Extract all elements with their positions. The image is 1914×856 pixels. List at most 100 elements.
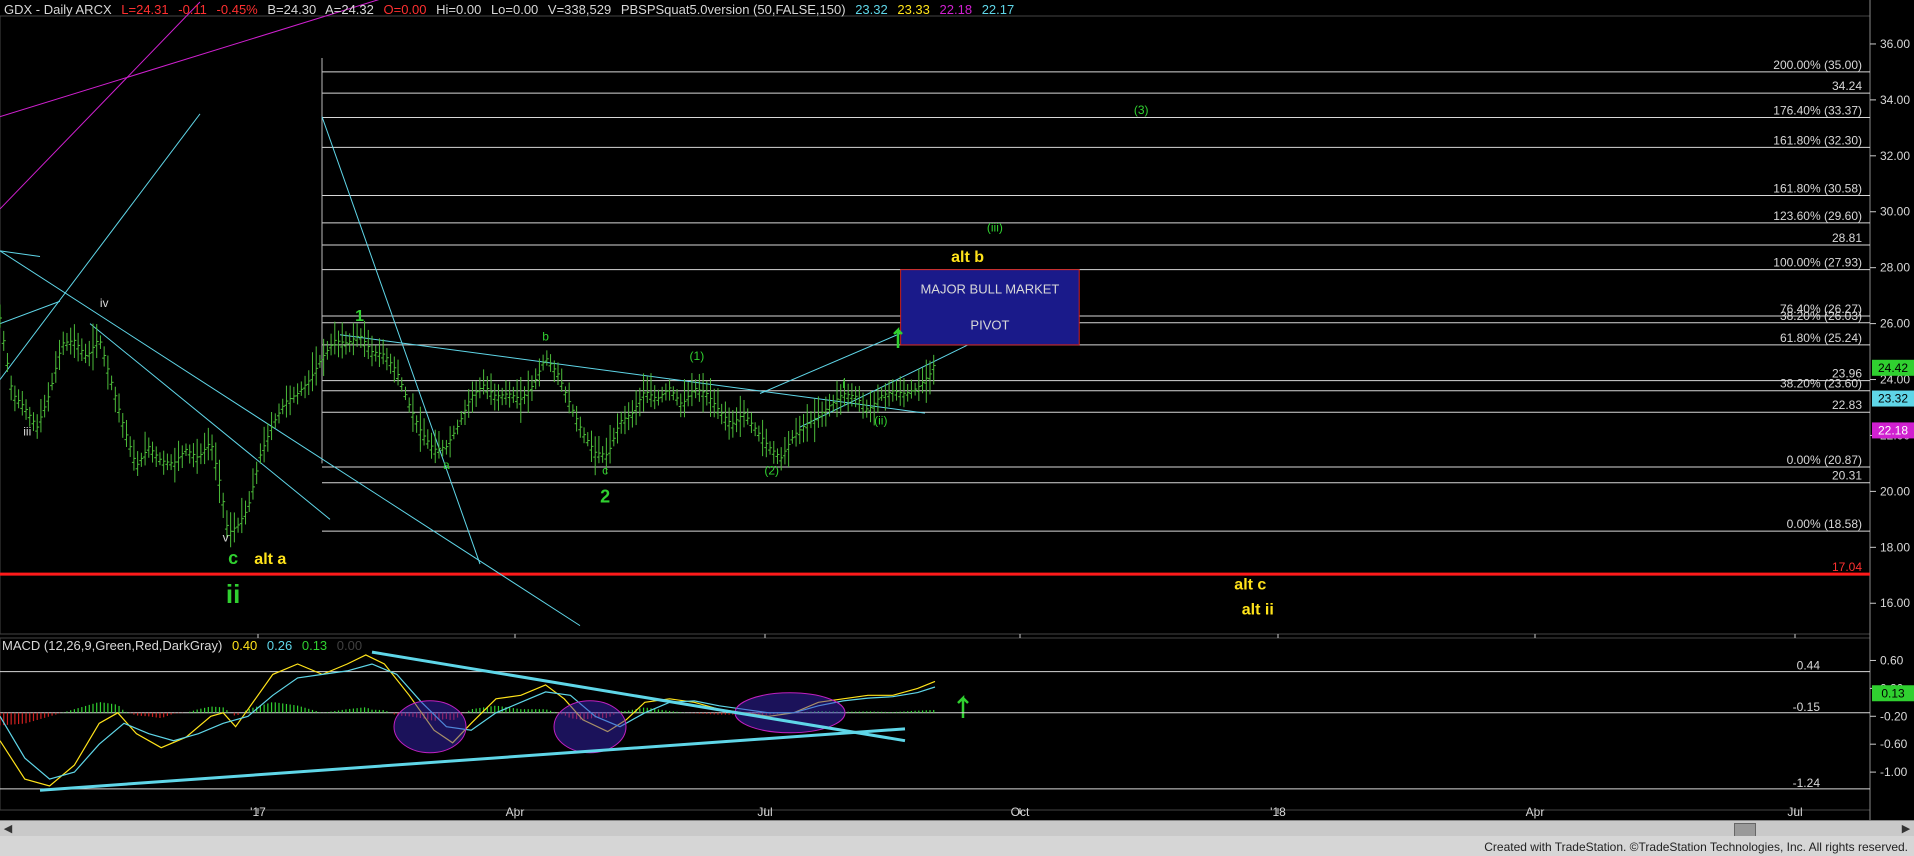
fib-level-label: 200.00% (35.00): [1773, 58, 1862, 72]
chart-header: GDX - Daily ARCX L=24.31 -0.11 -0.45% B=…: [4, 2, 1020, 17]
wave-label: 2: [600, 487, 610, 507]
indicator-name: PBSPSquat5.0version (50,FALSE,150): [620, 2, 846, 17]
pivot-box-subtitle: PIVOT: [970, 318, 1009, 333]
fib-level-label: 20.31: [1832, 469, 1862, 483]
trend-line: [0, 250, 581, 627]
price-tick-label: 32.00: [1880, 149, 1910, 163]
time-tick-label: '18: [1270, 805, 1286, 819]
high-price: Hi=0.00: [436, 2, 482, 17]
wave-label: a: [443, 458, 450, 472]
low-price: Lo=0.00: [490, 2, 539, 17]
wave-label: 1: [355, 308, 364, 325]
fib-level-label: 38.20% (23.60): [1780, 377, 1862, 391]
macd-tick-label: 0.60: [1880, 653, 1904, 667]
macd-level-label: 0.44: [1797, 659, 1821, 673]
symbol-label: GDX - Daily ARCX: [4, 2, 112, 17]
price-tick-label: 16.00: [1880, 596, 1910, 610]
wave-label: (1): [690, 349, 705, 363]
indicator-value-3: 22.18: [939, 2, 973, 17]
scroll-left-icon[interactable]: ◀: [0, 821, 16, 837]
wave-label: iii: [23, 424, 31, 438]
price-bars: [0, 304, 936, 548]
wave-label: alt b: [951, 249, 984, 266]
footer-credit: Created with TradeStation. ©TradeStation…: [1484, 840, 1908, 854]
axis-price-badge-label: 0.13: [1881, 686, 1905, 700]
fib-level-label: 176.40% (33.37): [1773, 104, 1862, 118]
fib-level-label: 161.80% (32.30): [1773, 133, 1862, 147]
macd-label: MACD (12,26,9,Green,Red,DarkGray): [2, 638, 223, 653]
fib-level-label: 34.24: [1832, 79, 1862, 93]
macd-divergence-oval: [393, 700, 467, 754]
fib-level-label: 28.81: [1832, 231, 1862, 245]
price-tick-label: 36.00: [1880, 37, 1910, 51]
fib-level-label: 38.20% (26.03): [1780, 309, 1862, 323]
time-tick-label: Apr: [506, 805, 525, 819]
wave-label: i: [842, 377, 845, 391]
fib-level-label: 100.00% (27.93): [1773, 256, 1862, 270]
wave-label: alt a: [254, 551, 286, 568]
wave-label: c: [228, 548, 238, 568]
footer-bar: Created with TradeStation. ©TradeStation…: [0, 836, 1914, 856]
fib-level-label: 123.60% (29.60): [1773, 209, 1862, 223]
macd-level-label: -1.24: [1793, 776, 1821, 790]
fib-level-label: 161.80% (30.58): [1773, 182, 1862, 196]
macd-panel-frame: [0, 637, 1871, 811]
wave-label: alt ii: [1242, 601, 1274, 618]
wave-label: v: [223, 531, 229, 545]
indicator-value-4: 22.17: [981, 2, 1015, 17]
price-tick-label: 34.00: [1880, 93, 1910, 107]
wave-label: (2): [764, 464, 779, 478]
macd-value-2: 0.26: [266, 638, 293, 653]
macd-trendline: [39, 727, 906, 792]
time-tick-label: Jul: [1787, 805, 1802, 819]
scroll-thumb[interactable]: [1734, 823, 1756, 837]
indicator-value-1: 23.32: [855, 2, 888, 17]
wave-label: b: [542, 329, 549, 343]
axis-price-badge-label: 23.32: [1878, 392, 1908, 406]
last-price: L=24.31: [121, 2, 169, 17]
time-tick-label: '17: [250, 805, 266, 819]
axis-price-badge-label: 22.18: [1878, 423, 1908, 437]
wave-label: c: [602, 464, 608, 478]
up-arrow-icon: [957, 694, 969, 718]
ask-price: A=24.32: [325, 2, 374, 17]
price-tick-label: 26.00: [1880, 317, 1910, 331]
fib-level-label: 0.00% (18.58): [1787, 517, 1862, 531]
price-tick-label: 18.00: [1880, 540, 1910, 554]
horizontal-scrollbar[interactable]: ◀ ▶: [0, 820, 1914, 837]
channel-line-magenta: [0, 0, 380, 118]
wave-label: (iii): [987, 220, 1003, 234]
fib-level-label: 17.04: [1832, 560, 1862, 574]
macd-tick-label: -1.00: [1880, 765, 1908, 779]
time-tick-label: Apr: [1526, 805, 1545, 819]
channel-line-magenta: [0, 1, 201, 210]
fib-level-label: 22.83: [1832, 398, 1862, 412]
price-change: -0.11: [178, 2, 207, 17]
time-tick-label: Oct: [1011, 805, 1030, 819]
macd-value-4: 0.00: [336, 638, 363, 653]
macd-value-3: 0.13: [301, 638, 328, 653]
macd-tick-label: -0.20: [1880, 709, 1908, 723]
price-change-pct: -0.45%: [216, 2, 258, 17]
wave-label: alt c: [1234, 576, 1266, 593]
price-tick-label: 20.00: [1880, 484, 1910, 498]
pivot-box-title: MAJOR BULL MARKET: [920, 282, 1059, 297]
macd-level-label: -0.15: [1793, 700, 1821, 714]
wave-label: (3): [1134, 103, 1149, 117]
volume: V=338,529: [547, 2, 612, 17]
macd-divergence-oval: [553, 700, 627, 754]
price-tick-label: 30.00: [1880, 205, 1910, 219]
wave-label: ii: [226, 579, 240, 609]
wave-label: iv: [100, 296, 109, 310]
macd-value-1: 0.40: [231, 638, 258, 653]
fib-level-label: 0.00% (20.87): [1787, 453, 1862, 467]
trend-line: [0, 250, 41, 257]
indicator-value-2: 23.33: [897, 2, 930, 17]
macd-tick-label: -0.60: [1880, 737, 1908, 751]
axis-price-badge-label: 24.42: [1878, 361, 1908, 375]
open-price: O=0.00: [383, 2, 427, 17]
time-tick-label: Jul: [757, 805, 772, 819]
price-chart[interactable]: 36.0034.0032.0030.0028.0026.0024.0022.00…: [0, 0, 1914, 856]
scroll-right-icon[interactable]: ▶: [1898, 821, 1914, 837]
bid-price: B=24.30: [267, 2, 317, 17]
